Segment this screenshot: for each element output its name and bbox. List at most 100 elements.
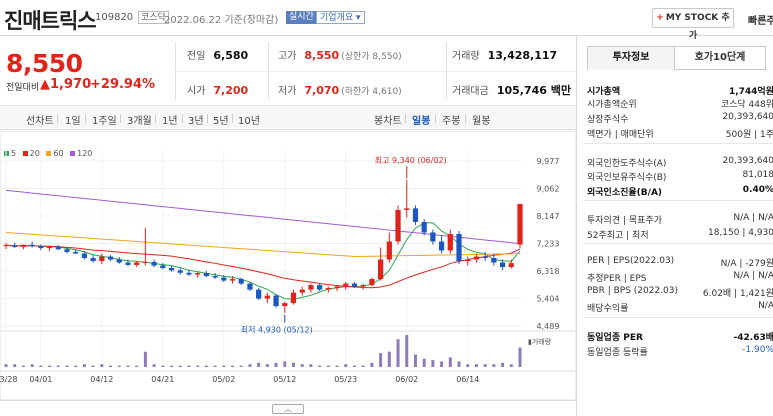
- volume-bar: [326, 365, 330, 367]
- tab-3year[interactable]: 3년: [188, 112, 204, 127]
- candle-body: [55, 246, 61, 250]
- volume-bar: [100, 364, 104, 367]
- info-label: 동일업종 PER: [587, 333, 643, 343]
- tab-1year[interactable]: 1년: [162, 112, 178, 127]
- x-tick-label: 04/12: [90, 375, 113, 384]
- info-row: 외국인보유주식수(B) 81,018: [587, 170, 773, 183]
- chevron-up-icon[interactable]: ︿: [272, 404, 304, 414]
- info-value: 81,018: [742, 170, 773, 180]
- candle-body: [369, 279, 375, 286]
- volume-bar: [161, 365, 165, 367]
- candle-body: [421, 221, 427, 233]
- info-label: 동일업종 등락률: [587, 348, 648, 358]
- info-row: 투자의견 | 목표주가 N/A | N/A: [587, 213, 773, 226]
- realtime-badge[interactable]: 실시간: [286, 11, 317, 24]
- candle-body: [264, 295, 270, 299]
- y-tick-label: 8,147: [537, 212, 560, 221]
- info-row: 동일업종 등락률 -1.90%: [587, 345, 773, 358]
- volume-bar: [257, 362, 261, 367]
- divider: [232, 114, 233, 123]
- tab-investment-info[interactable]: 투자정보: [587, 46, 675, 70]
- volume-bar: [82, 364, 86, 367]
- plus-icon: +: [656, 13, 664, 23]
- volume-bar: [387, 351, 391, 367]
- volume-bar: [457, 361, 461, 367]
- volume-bar: [74, 365, 78, 367]
- info-value: 500원 | 1주: [725, 130, 773, 140]
- candle-body: [151, 261, 157, 266]
- candle-body: [317, 285, 323, 290]
- volume-bar: [178, 365, 182, 367]
- candle-body: [447, 233, 453, 251]
- tab-line-chart[interactable]: 선차트: [26, 112, 54, 127]
- tab-1day[interactable]: 1일: [65, 112, 81, 127]
- divider: [182, 114, 183, 123]
- divider: [155, 114, 156, 123]
- candle-body: [46, 246, 53, 249]
- y-tick-label: 9,977: [537, 157, 560, 166]
- info-row: 외국인소진율(B/A) 0.40%: [587, 185, 773, 198]
- info-row: 동일업종 PER -42.63배: [587, 330, 773, 343]
- tab-10year[interactable]: 10년: [238, 112, 260, 127]
- candle-body: [186, 272, 192, 275]
- tab-weekly[interactable]: 주봉: [442, 112, 460, 127]
- add-mystock-button[interactable]: + MY STOCK 추가: [652, 8, 734, 41]
- candle-body: [38, 245, 44, 249]
- volume-bar: [413, 354, 417, 367]
- info-value: N/A | -279원: [720, 259, 773, 269]
- company-overview-button[interactable]: 기업개요 ▾: [316, 11, 365, 24]
- stock-code: 109820: [95, 12, 134, 23]
- info-row: 외국인한도주식수(A) 20,393,640: [587, 156, 773, 169]
- quick-trade-link[interactable]: 빠른주: [748, 12, 773, 27]
- x-tick-label: 04/21: [151, 375, 174, 384]
- candle-body: [273, 295, 279, 307]
- volume-bar: [483, 364, 487, 367]
- stock-chart[interactable]: 9,977 9,062 8,147 7,233 6,318 5,404 4,489 03/28…: [0, 131, 576, 401]
- chart-frame: [0, 131, 576, 401]
- tab-monthly[interactable]: 월봉: [472, 112, 490, 127]
- volume-bar: [501, 362, 505, 367]
- volume-label: ▮거래량: [528, 337, 552, 346]
- info-value: 0.40%: [742, 185, 773, 195]
- candle-body: [238, 279, 244, 284]
- chart-scrollbar[interactable]: ︿: [0, 400, 576, 416]
- candle-body: [412, 208, 419, 222]
- volume-bar: [318, 365, 322, 367]
- volume-bar: [344, 364, 348, 367]
- info-label: PER | EPS(2022.03): [587, 256, 675, 266]
- candle-body: [395, 209, 401, 242]
- volume-bar: [204, 365, 208, 367]
- stock-name: 진매트릭스: [4, 9, 97, 33]
- info-value: 20,393,640: [722, 112, 773, 122]
- tab-3month[interactable]: 3개월: [127, 112, 152, 127]
- candle-body: [64, 249, 70, 253]
- ma120-line: [5, 189, 521, 245]
- divider: [435, 114, 436, 123]
- info-label: 외국인보유주식수(B): [587, 173, 667, 183]
- volume-bar: [405, 335, 409, 367]
- tab-candle-chart[interactable]: 봉차트: [374, 112, 402, 127]
- tab-1week[interactable]: 1주일: [92, 112, 117, 127]
- volume-bar: [492, 364, 496, 367]
- candle-body: [491, 258, 497, 263]
- volume-bar: [509, 364, 513, 367]
- info-value: 20,393,640: [722, 156, 773, 166]
- volume-bar: [21, 365, 25, 367]
- volume-bar: [518, 347, 522, 367]
- info-value: 18,150 | 4,930: [707, 228, 773, 238]
- volume-bar: [248, 364, 252, 367]
- tab-5year[interactable]: 5년: [213, 112, 229, 127]
- chart-toolbar: 선차트 1일 1주일 3개월 1년 3년 5년 10년 봉차트 일봉 주봉 월봉: [0, 106, 576, 130]
- tab-order-book[interactable]: 호가10단계: [674, 46, 766, 70]
- info-row: PBR | BPS (2022.03) 6.02배 | 1,421원: [587, 286, 773, 299]
- open-price: 시가 7,200: [187, 84, 249, 97]
- info-value: 코스닥 448위: [720, 100, 773, 110]
- volume-bar: [39, 365, 43, 367]
- candle-body: [125, 262, 131, 265]
- y-tick-label: 6,318: [537, 267, 560, 276]
- tab-daily[interactable]: 일봉: [412, 112, 430, 127]
- candle-body: [465, 259, 471, 262]
- divider: [120, 114, 121, 123]
- candle-body: [508, 263, 514, 268]
- candle-body: [517, 203, 523, 245]
